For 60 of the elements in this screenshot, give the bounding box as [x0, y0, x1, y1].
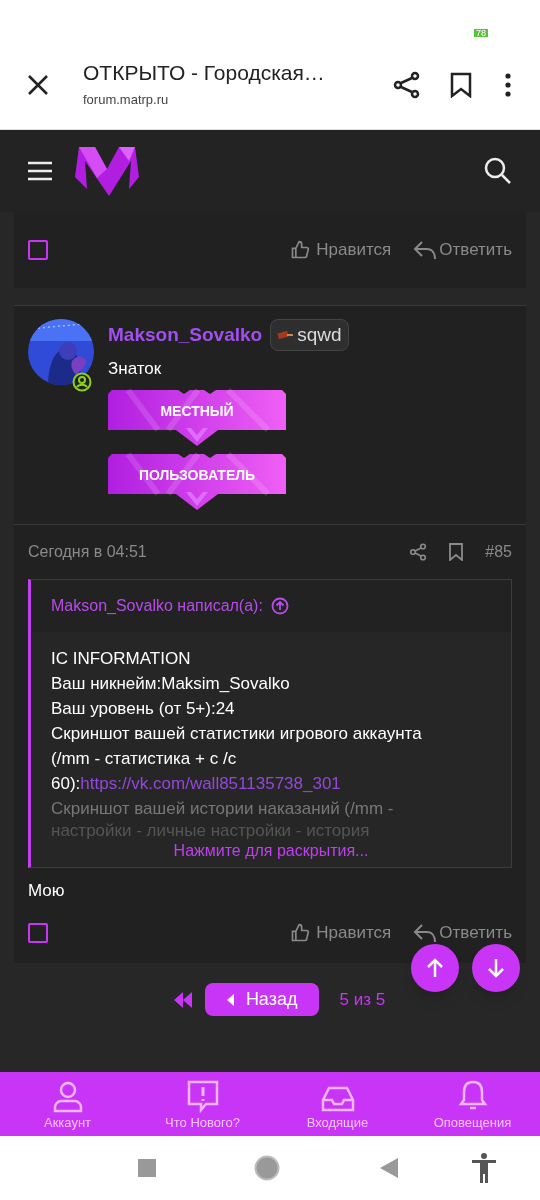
user-icon: [52, 1081, 83, 1113]
nav-item[interactable]: Аккаунт: [0, 1072, 135, 1136]
banner-text: ПОЛЬЗОВАТЕЛЬ: [137, 465, 257, 484]
page-indicator: 5 из 5: [339, 988, 386, 1011]
reply-icon: [413, 922, 438, 944]
nav-item[interactable]: Оповещения: [405, 1072, 540, 1136]
thumbs-up-icon: [290, 923, 311, 943]
alert-message-icon: [185, 1079, 220, 1113]
quote-text: Скриншот вашей истории наказаний (/mm -: [51, 797, 394, 820]
reply-button[interactable]: Ответить: [413, 920, 512, 946]
post-body: Мою: [27, 879, 66, 902]
banner-text: МЕСТНЫЙ: [159, 401, 235, 420]
author-name[interactable]: Makson_Sovalko: [108, 320, 263, 350]
logo[interactable]: [75, 146, 139, 196]
back-button[interactable]: Назад: [204, 983, 320, 1016]
share-icon[interactable]: [409, 542, 428, 561]
expand-link[interactable]: Нажмите для раскрытия...: [173, 840, 369, 861]
inbox-icon: [320, 1085, 355, 1113]
share-icon: [393, 70, 421, 99]
page-title: ОТКРЫТО - Городская…: [83, 59, 326, 86]
arrow-up-circle-icon[interactable]: [270, 596, 289, 615]
vk-link[interactable]: https://vk.com/wall851135738_301: [80, 773, 341, 793]
quote-text: Ваш уровень (от 5+):24: [51, 697, 235, 720]
checkbox[interactable]: [28, 923, 48, 943]
menu-icon: [28, 161, 52, 181]
caret-left-icon: [226, 993, 234, 1006]
user-badge: sqwd: [270, 319, 349, 351]
page-url: forum.matrp.ru: [83, 90, 170, 109]
bookmark-icon: [450, 71, 472, 98]
search-icon: [484, 157, 512, 185]
accessibility-icon[interactable]: [472, 1153, 496, 1183]
user-title: Знаток: [108, 358, 163, 380]
scroll-up-button[interactable]: [411, 944, 459, 992]
like-button[interactable]: Нравится: [290, 920, 392, 946]
arrow-down-icon: [487, 958, 505, 978]
menu-button[interactable]: [28, 160, 52, 182]
gavel-icon: [277, 329, 294, 341]
nav-item[interactable]: Что Нового?: [135, 1072, 270, 1136]
post-date: Сегодня в 04:51: [28, 541, 147, 562]
user-status-icon: [72, 372, 92, 392]
nav-item[interactable]: Входящие: [270, 1072, 405, 1136]
scroll-down-button[interactable]: [472, 944, 520, 992]
battery-icon: 78: [474, 29, 488, 37]
quote-text: Скриншот вашей статистики игрового аккаунта (/mm - статистика + с /с 60):https://vk.com/wall851135738_301: [51, 722, 423, 795]
more-icon: [505, 72, 511, 97]
search-button[interactable]: [484, 157, 512, 185]
back-icon[interactable]: [380, 1158, 398, 1178]
like-button[interactable]: Нравится: [290, 237, 392, 263]
bookmark-icon[interactable]: [449, 542, 464, 561]
quote-text: Ваш никнейм:Maksim_Sovalko: [51, 672, 290, 695]
post-number[interactable]: #85: [485, 539, 512, 564]
reply-button[interactable]: Ответить: [413, 237, 512, 263]
reply-icon: [413, 239, 438, 261]
home-icon[interactable]: [254, 1155, 280, 1181]
quote-text: IC INFORMATION: [51, 647, 191, 670]
checkbox[interactable]: [28, 240, 48, 260]
arrow-up-icon: [426, 958, 444, 978]
thumbs-up-icon: [290, 240, 311, 260]
first-page-icon[interactable]: [172, 991, 193, 1008]
close-icon: [27, 73, 49, 96]
